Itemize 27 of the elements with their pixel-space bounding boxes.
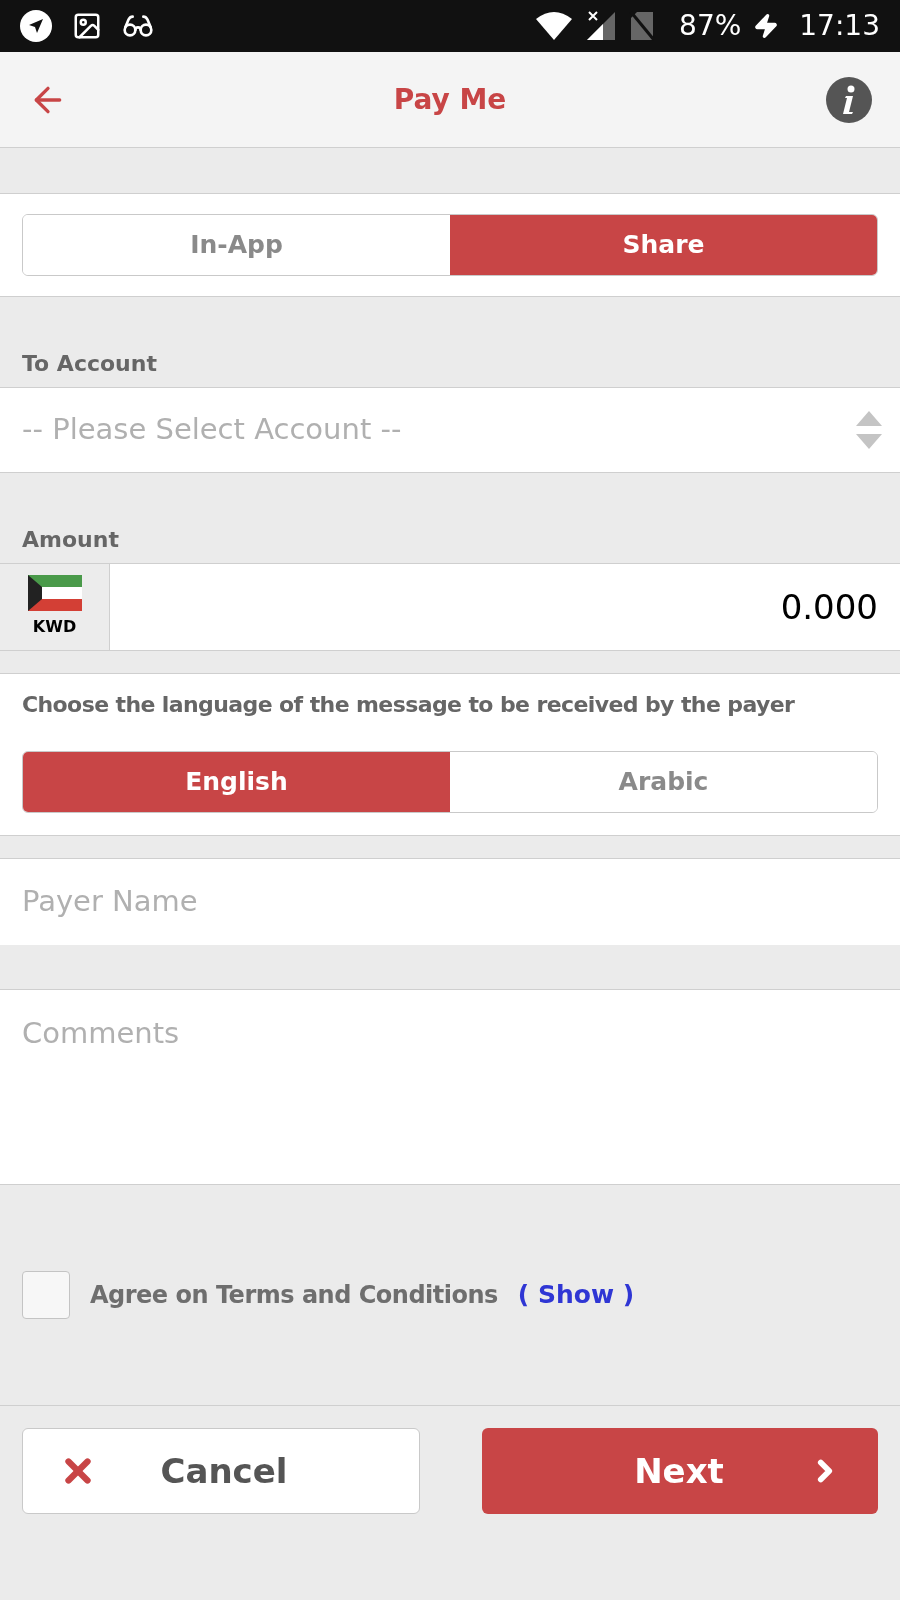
next-button[interactable]: Next [482, 1428, 878, 1514]
segment-tab[interactable]: English [23, 752, 450, 812]
info-icon [842, 84, 856, 115]
page-title: Pay Me [393, 81, 507, 118]
terms-checkbox[interactable] [22, 1271, 70, 1319]
segment-tab[interactable]: Share [450, 215, 877, 275]
cancel-button[interactable]: Cancel [22, 1428, 420, 1514]
amount-label: Amount [21, 526, 120, 554]
account-placeholder: -- Please Select Account -- [21, 411, 403, 449]
to-account-label: To Account [21, 350, 158, 378]
currency-code: KWD [32, 616, 77, 638]
image-icon [72, 11, 102, 41]
clock: 17:13 [799, 8, 880, 44]
battery-percent: 87% [679, 8, 742, 44]
payer-name-placeholder: Payer Name [22, 883, 198, 921]
terms-label: Agree on Terms and Conditions [90, 1280, 498, 1311]
language-prompt: Choose the language of the message to be received by the payer [22, 691, 796, 719]
kuwait-flag-icon [27, 575, 82, 611]
no-sim-icon [629, 10, 656, 42]
amount-field[interactable]: 0.000 [110, 564, 900, 650]
wifi-icon [535, 11, 574, 41]
charging-icon [753, 13, 780, 39]
signal-icon [585, 10, 618, 42]
navigation-icon [20, 10, 52, 42]
info-button[interactable] [826, 76, 872, 123]
show-terms-link[interactable]: ( Show ) [517, 1276, 635, 1314]
comments-placeholder: Comments [22, 1016, 180, 1050]
